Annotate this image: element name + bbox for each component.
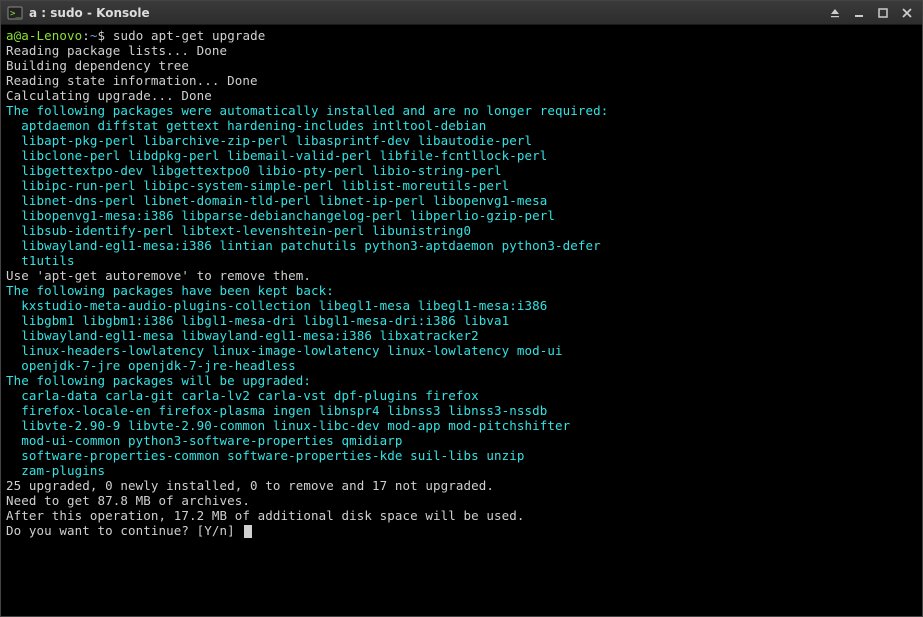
output-line: Building dependency tree xyxy=(6,58,189,73)
svg-text:>_: >_ xyxy=(10,9,21,19)
text-cursor[interactable] xyxy=(244,525,252,538)
package-line: libsub-identify-perl libtext-levenshtein… xyxy=(6,223,471,238)
continue-prompt: Do you want to continue? [Y/n] xyxy=(6,523,242,538)
app-terminal-icon: >_ xyxy=(7,5,23,21)
output-line: Reading package lists... Done xyxy=(6,43,227,58)
package-line: libipc-run-perl libipc-system-simple-per… xyxy=(6,178,509,193)
package-line: mod-ui-common python3-software-propertie… xyxy=(6,433,403,448)
package-line: libwayland-egl1-mesa:i386 lintian patchu… xyxy=(6,238,601,253)
output-line: Reading state information... Done xyxy=(6,73,258,88)
minimize-button[interactable] xyxy=(850,4,868,22)
close-button[interactable] xyxy=(898,4,916,22)
package-line: libnet-dns-perl libnet-domain-tld-perl l… xyxy=(6,193,547,208)
package-line: software-properties-common software-prop… xyxy=(6,448,525,463)
output-line: Use 'apt-get autoremove' to remove them. xyxy=(6,268,311,283)
command-line: sudo apt-get upgrade xyxy=(113,28,266,43)
package-line: openjdk-7-jre openjdk-7-jre-headless xyxy=(6,358,296,373)
package-line: kxstudio-meta-audio-plugins-collection l… xyxy=(6,298,547,313)
output-line: Need to get 87.8 MB of archives. xyxy=(6,493,250,508)
titlebar[interactable]: >_ a : sudo - Konsole xyxy=(1,1,922,25)
package-line: zam-plugins xyxy=(6,463,105,478)
package-line: libwayland-egl1-mesa libwayland-egl1-mes… xyxy=(6,328,479,343)
window-title: a : sudo - Konsole xyxy=(29,6,150,20)
terminal-viewport[interactable]: a@a-Lenovo:~$ sudo apt-get upgrade Readi… xyxy=(1,25,922,616)
package-line: carla-data carla-git carla-lv2 carla-vst… xyxy=(6,388,479,403)
output-line: Calculating upgrade... Done xyxy=(6,88,212,103)
maximize-button[interactable] xyxy=(874,4,892,22)
package-line: libapt-pkg-perl libarchive-zip-perl liba… xyxy=(6,133,532,148)
package-line: aptdaemon diffstat gettext hardening-inc… xyxy=(6,118,486,133)
keep-above-button[interactable] xyxy=(826,4,844,22)
package-line: t1utils xyxy=(6,253,75,268)
output-line: 25 upgraded, 0 newly installed, 0 to rem… xyxy=(6,478,494,493)
package-line: firefox-locale-en firefox-plasma ingen l… xyxy=(6,403,547,418)
output-line: After this operation, 17.2 MB of additio… xyxy=(6,508,525,523)
section-header: The following packages will be upgraded: xyxy=(6,373,311,388)
package-line: linux-headers-lowlatency linux-image-low… xyxy=(6,343,563,358)
package-line: libclone-perl libdpkg-perl libemail-vali… xyxy=(6,148,547,163)
prompt-space xyxy=(105,28,113,43)
package-line: libvte-2.90-9 libvte-2.90-common linux-l… xyxy=(6,418,570,433)
prompt-userhost: a@a-Lenovo xyxy=(6,28,82,43)
konsole-window: >_ a : sudo - Konsole a@a-Lenovo:~$ sudo… xyxy=(0,0,923,617)
package-line: libgbm1 libgbm1:i386 libgl1-mesa-dri lib… xyxy=(6,313,509,328)
package-line: libopenvg1-mesa:i386 libparse-debianchan… xyxy=(6,208,555,223)
section-header: The following packages have been kept ba… xyxy=(6,283,334,298)
package-line: libgettextpo-dev libgettextpo0 libio-pty… xyxy=(6,163,502,178)
section-header: The following packages were automaticall… xyxy=(6,103,608,118)
prompt-path: ~ xyxy=(90,28,98,43)
prompt-sep: : xyxy=(82,28,90,43)
